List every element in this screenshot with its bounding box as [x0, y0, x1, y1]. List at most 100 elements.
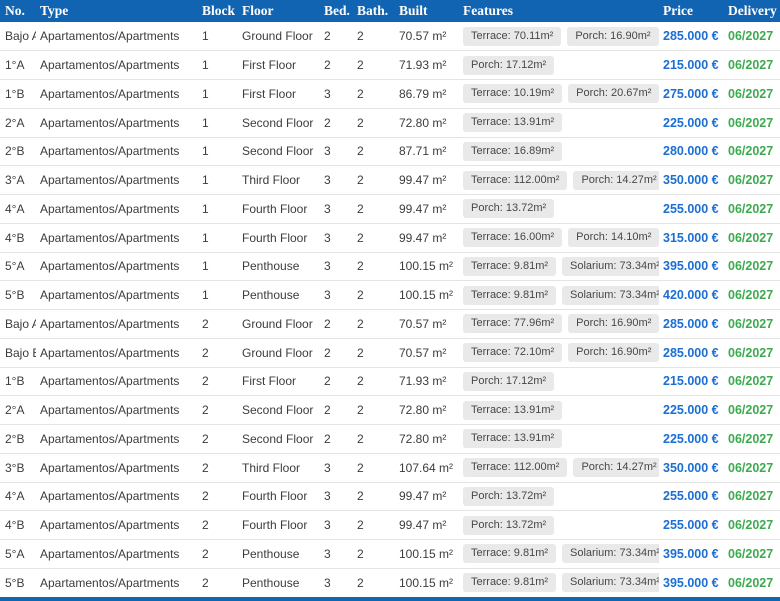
unit-bathrooms: 2: [353, 252, 395, 281]
unit-built-area: 100.15 m²: [395, 568, 459, 597]
unit-bathrooms: 2: [353, 108, 395, 137]
table-row[interactable]: Bajo BApartamentos/Apartments2Ground Flo…: [0, 338, 780, 367]
unit-number: 2°B: [0, 425, 36, 454]
unit-floor: First Floor: [238, 367, 320, 396]
table-row[interactable]: 5°BApartamentos/Apartments1Penthouse3210…: [0, 281, 780, 310]
unit-bathrooms: 2: [353, 310, 395, 339]
table-row[interactable]: 1°AApartamentos/Apartments1First Floor22…: [0, 51, 780, 80]
unit-delivery-date: 06/2027: [724, 22, 780, 51]
unit-bedrooms: 2: [320, 51, 353, 80]
unit-type: Apartamentos/Apartments: [36, 80, 198, 109]
table-row[interactable]: 5°AApartamentos/Apartments2Penthouse3210…: [0, 540, 780, 569]
unit-bathrooms: 2: [353, 425, 395, 454]
unit-price: 255.000 €: [659, 482, 724, 511]
unit-type: Apartamentos/Apartments: [36, 367, 198, 396]
unit-block: 2: [198, 540, 238, 569]
unit-price: 315.000 €: [659, 223, 724, 252]
unit-number: Bajo A: [0, 310, 36, 339]
unit-bedrooms: 3: [320, 223, 353, 252]
unit-block: 2: [198, 568, 238, 597]
feature-badge: Terrace: 72.10m²: [463, 343, 562, 362]
unit-price: 285.000 €: [659, 338, 724, 367]
unit-block: 1: [198, 281, 238, 310]
unit-price: 395.000 €: [659, 568, 724, 597]
unit-delivery-date: 06/2027: [724, 338, 780, 367]
unit-features: Porch: 13.72m²: [459, 511, 659, 540]
units-table: No. Type Block Floor Bed. Bath. Built Fe…: [0, 0, 780, 597]
table-row[interactable]: 1°BApartamentos/Apartments2First Floor22…: [0, 367, 780, 396]
unit-delivery-date: 06/2027: [724, 195, 780, 224]
unit-built-area: 99.47 m²: [395, 195, 459, 224]
unit-number: 5°B: [0, 281, 36, 310]
column-header-price: Price: [659, 0, 724, 22]
footer-bar: [0, 597, 780, 601]
table-row[interactable]: 4°BApartamentos/Apartments1Fourth Floor3…: [0, 223, 780, 252]
table-row[interactable]: 1°BApartamentos/Apartments1First Floor32…: [0, 80, 780, 109]
unit-block: 2: [198, 338, 238, 367]
unit-type: Apartamentos/Apartments: [36, 108, 198, 137]
unit-number: 4°A: [0, 195, 36, 224]
feature-badge: Porch: 14.27m²: [573, 171, 659, 190]
unit-bathrooms: 2: [353, 338, 395, 367]
table-row[interactable]: 2°BApartamentos/Apartments2Second Floor2…: [0, 425, 780, 454]
table-row[interactable]: Bajo AApartamentos/Apartments2Ground Flo…: [0, 310, 780, 339]
unit-features: Terrace: 13.91m²: [459, 396, 659, 425]
table-row[interactable]: 4°AApartamentos/Apartments2Fourth Floor3…: [0, 482, 780, 511]
unit-number: 2°A: [0, 108, 36, 137]
unit-block: 2: [198, 511, 238, 540]
table-row[interactable]: 4°BApartamentos/Apartments2Fourth Floor3…: [0, 511, 780, 540]
feature-badge: Porch: 16.90m²: [567, 27, 658, 46]
table-row[interactable]: 4°AApartamentos/Apartments1Fourth Floor3…: [0, 195, 780, 224]
unit-block: 1: [198, 80, 238, 109]
unit-bedrooms: 3: [320, 252, 353, 281]
table-body: Bajo AApartamentos/Apartments1Ground Flo…: [0, 22, 780, 597]
unit-number: 2°B: [0, 137, 36, 166]
feature-badge: Solarium: 73.34m²: [562, 544, 659, 563]
unit-block: 1: [198, 137, 238, 166]
table-row[interactable]: 3°BApartamentos/Apartments2Third Floor32…: [0, 453, 780, 482]
unit-number: 3°A: [0, 166, 36, 195]
unit-block: 2: [198, 425, 238, 454]
unit-delivery-date: 06/2027: [724, 51, 780, 80]
unit-delivery-date: 06/2027: [724, 223, 780, 252]
unit-delivery-date: 06/2027: [724, 482, 780, 511]
table-row[interactable]: 2°AApartamentos/Apartments2Second Floor2…: [0, 396, 780, 425]
unit-price: 255.000 €: [659, 195, 724, 224]
unit-delivery-date: 06/2027: [724, 453, 780, 482]
table-row[interactable]: 3°AApartamentos/Apartments1Third Floor32…: [0, 166, 780, 195]
unit-block: 1: [198, 223, 238, 252]
table-row[interactable]: 5°BApartamentos/Apartments2Penthouse3210…: [0, 568, 780, 597]
unit-built-area: 100.15 m²: [395, 281, 459, 310]
unit-features: Terrace: 9.81m²Solarium: 73.34m²: [459, 568, 659, 597]
unit-type: Apartamentos/Apartments: [36, 195, 198, 224]
table-row[interactable]: 5°AApartamentos/Apartments1Penthouse3210…: [0, 252, 780, 281]
unit-floor: Third Floor: [238, 166, 320, 195]
unit-type: Apartamentos/Apartments: [36, 482, 198, 511]
table-row[interactable]: Bajo AApartamentos/Apartments1Ground Flo…: [0, 22, 780, 51]
unit-bedrooms: 3: [320, 568, 353, 597]
unit-bathrooms: 2: [353, 223, 395, 252]
unit-features: Porch: 13.72m²: [459, 482, 659, 511]
unit-price: 255.000 €: [659, 511, 724, 540]
unit-bedrooms: 3: [320, 195, 353, 224]
unit-bedrooms: 2: [320, 338, 353, 367]
feature-badge: Porch: 17.12m²: [463, 56, 554, 75]
feature-badge: Terrace: 16.00m²: [463, 228, 562, 247]
feature-badge: Solarium: 73.34m²: [562, 286, 659, 305]
unit-floor: Penthouse: [238, 568, 320, 597]
unit-bathrooms: 2: [353, 281, 395, 310]
table-row[interactable]: 2°AApartamentos/Apartments1Second Floor2…: [0, 108, 780, 137]
unit-number: 5°B: [0, 568, 36, 597]
unit-floor: Penthouse: [238, 252, 320, 281]
unit-type: Apartamentos/Apartments: [36, 453, 198, 482]
unit-bedrooms: 2: [320, 396, 353, 425]
unit-floor: First Floor: [238, 51, 320, 80]
unit-built-area: 72.80 m²: [395, 425, 459, 454]
unit-floor: Penthouse: [238, 540, 320, 569]
unit-bedrooms: 2: [320, 425, 353, 454]
unit-block: 2: [198, 482, 238, 511]
unit-delivery-date: 06/2027: [724, 108, 780, 137]
table-row[interactable]: 2°BApartamentos/Apartments1Second Floor3…: [0, 137, 780, 166]
unit-number: 1°A: [0, 51, 36, 80]
unit-delivery-date: 06/2027: [724, 367, 780, 396]
